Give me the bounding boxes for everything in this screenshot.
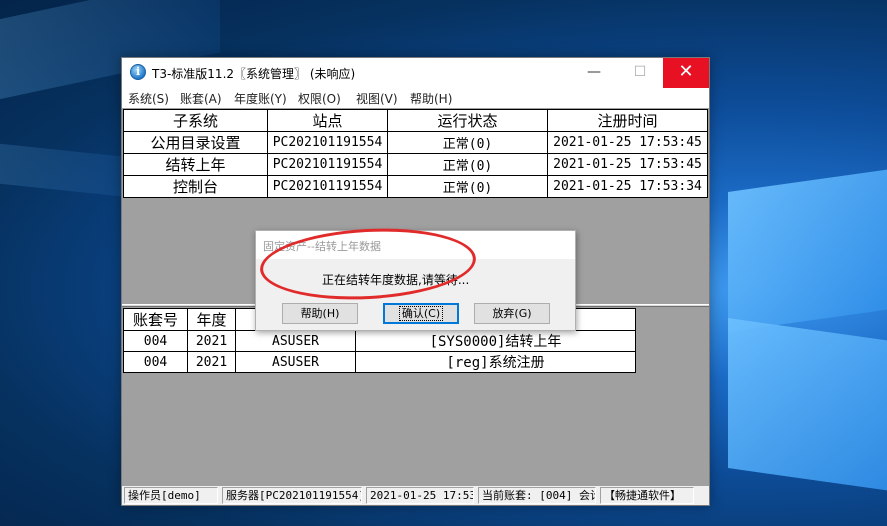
- cell-subsystem: 控制台: [123, 175, 268, 198]
- windows-logo-pane: [728, 318, 887, 492]
- column-header[interactable]: 子系统: [123, 109, 268, 132]
- minimize-button[interactable]: —: [571, 58, 617, 88]
- column-header[interactable]: 账套号: [123, 308, 188, 331]
- cell-subsystem: 结转上年: [123, 153, 268, 176]
- windows-logo-pane: [728, 168, 887, 332]
- cell-account-no: 004: [123, 330, 188, 352]
- cell-register-time: 2021-01-25 17:53:45: [547, 153, 708, 176]
- title-bar[interactable]: T3-标准版11.2〖系统管理〗 (未响应) — ☐ ✕: [122, 58, 709, 88]
- menu-view[interactable]: 视图(V): [356, 90, 398, 107]
- maximize-button[interactable]: ☐: [617, 58, 663, 88]
- column-header[interactable]: 注册时间: [547, 109, 708, 132]
- menu-help[interactable]: 帮助(H): [410, 90, 452, 107]
- column-header[interactable]: 站点: [267, 109, 388, 132]
- table-row[interactable]: 004 2021 ASUSER [SYS0000]结转上年: [123, 330, 636, 352]
- status-brand: 【畅捷通软件】: [600, 487, 694, 504]
- menu-system[interactable]: 系统(S): [128, 90, 169, 107]
- status-datetime: 2021-01-25 17:53: [366, 487, 474, 504]
- cell-user: ASUSER: [235, 351, 356, 373]
- status-account: 当前账套: [004] 会计: [478, 487, 596, 504]
- close-button[interactable]: ✕: [663, 58, 709, 88]
- cell-site: PC202101191554: [267, 175, 388, 198]
- cell-account-no: 004: [123, 351, 188, 373]
- menu-year-account[interactable]: 年度账(Y): [234, 90, 287, 107]
- column-header[interactable]: 年度: [187, 308, 236, 331]
- subsystem-table: 子系统 站点 运行状态 注册时间 公用目录设置 PC202101191554 正…: [123, 109, 708, 198]
- cell-site: PC202101191554: [267, 131, 388, 154]
- cell-register-time: 2021-01-25 17:53:45: [547, 131, 708, 154]
- cell-site: PC202101191554: [267, 153, 388, 176]
- cell-year: 2021: [187, 351, 236, 373]
- table-row[interactable]: 公用目录设置 PC202101191554 正常(0) 2021-01-25 1…: [123, 131, 708, 154]
- status-bar: 操作员[demo] 服务器[PC202101191554] 2021-01-25…: [122, 486, 709, 505]
- abandon-button-label: 放弃(G): [492, 307, 532, 320]
- table-row[interactable]: 结转上年 PC202101191554 正常(0) 2021-01-25 17:…: [123, 153, 708, 176]
- cell-status: 正常(0): [387, 131, 548, 154]
- status-server: 服务器[PC202101191554]: [222, 487, 362, 504]
- status-operator: 操作员[demo]: [124, 487, 218, 504]
- help-button[interactable]: 帮助(H): [282, 303, 358, 324]
- app-icon: [130, 64, 146, 80]
- cell-task: [SYS0000]结转上年: [355, 330, 636, 352]
- menu-account-set[interactable]: 账套(A): [180, 90, 222, 107]
- cell-register-time: 2021-01-25 17:53:34: [547, 175, 708, 198]
- menu-bar: 系统(S) 账套(A) 年度账(Y) 权限(O) 视图(V) 帮助(H): [122, 88, 709, 108]
- cell-status: 正常(0): [387, 175, 548, 198]
- table-row[interactable]: 控制台 PC202101191554 正常(0) 2021-01-25 17:5…: [123, 175, 708, 198]
- confirm-button[interactable]: 确认(C): [383, 303, 459, 324]
- confirm-button-label: 确认(C): [398, 306, 444, 321]
- cell-status: 正常(0): [387, 153, 548, 176]
- cell-user: ASUSER: [235, 330, 356, 352]
- cell-task: [reg]系统注册: [355, 351, 636, 373]
- cell-subsystem: 公用目录设置: [123, 131, 268, 154]
- column-header[interactable]: 运行状态: [387, 109, 548, 132]
- cell-year: 2021: [187, 330, 236, 352]
- help-button-label: 帮助(H): [300, 307, 340, 320]
- abandon-button[interactable]: 放弃(G): [474, 303, 550, 324]
- table-row[interactable]: 004 2021 ASUSER [reg]系统注册: [123, 351, 636, 373]
- menu-permission[interactable]: 权限(O): [298, 90, 341, 107]
- window-title: T3-标准版11.2〖系统管理〗 (未响应): [152, 67, 356, 81]
